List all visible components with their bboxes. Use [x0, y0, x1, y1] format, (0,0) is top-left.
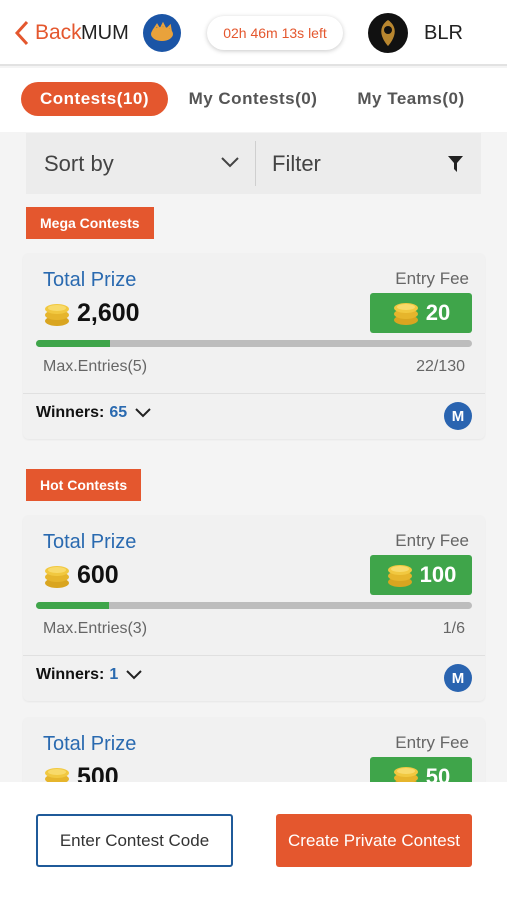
match-timer: 02h 46m 13s left — [207, 16, 343, 50]
entry-fee-label: Entry Fee — [395, 269, 469, 288]
prize-value: 2,600 — [77, 299, 140, 327]
prize-amount: 2,600 — [43, 299, 140, 328]
chevron-down-icon — [126, 670, 142, 680]
entries-count: 22/130 — [416, 358, 465, 375]
entry-fee-label: Entry Fee — [395, 733, 469, 752]
coin-icon — [45, 767, 69, 782]
team1-logo — [143, 14, 181, 52]
create-private-contest-button[interactable]: Create Private Contest — [276, 814, 472, 867]
tab-my-teams[interactable]: My Teams(0) — [347, 82, 475, 116]
entry-fee-value: 100 — [419, 562, 457, 587]
coin-icon — [45, 303, 69, 326]
entry-fee-button[interactable]: 20 — [370, 293, 472, 333]
progress-fill — [36, 602, 109, 609]
contest-card[interactable]: Total Prize Entry Fee 2,600 20 Max.Entri… — [23, 253, 485, 439]
contest-card[interactable]: Total Prize Entry Fee 500 50 — [23, 717, 485, 782]
winners-count: 1 — [109, 666, 119, 683]
winners-toggle[interactable]: Winners: 65 — [36, 404, 151, 422]
team2-logo-icon — [381, 20, 395, 46]
entries-count: 1/6 — [442, 620, 465, 637]
divider — [23, 393, 485, 394]
coin-icon — [387, 565, 412, 587]
entry-fee-button[interactable]: 50 — [370, 757, 472, 782]
coin-icon — [393, 767, 418, 782]
footer-actions: Enter Contest Code Create Private Contes… — [0, 782, 507, 900]
winners-toggle[interactable]: Winners: 1 — [36, 666, 142, 684]
tab-contests[interactable]: Contests(10) — [21, 82, 168, 116]
team2-name: BLR — [424, 22, 463, 44]
total-prize-label: Total Prize — [43, 269, 137, 291]
sort-dropdown[interactable]: Sort by — [26, 133, 254, 194]
entry-fee-label: Entry Fee — [395, 531, 469, 550]
coin-icon — [45, 565, 69, 588]
chevron-down-icon — [221, 157, 239, 168]
winners-label: Winners: — [36, 404, 105, 421]
progress-fill — [36, 340, 111, 347]
filter-icon — [448, 156, 463, 172]
entries-progress-bar — [36, 602, 472, 609]
entry-fee-button[interactable]: 100 — [370, 555, 472, 595]
entry-fee-value: 20 — [425, 300, 451, 325]
winners-label: Winners: — [36, 666, 105, 683]
chevron-left-icon — [14, 20, 29, 46]
back-button[interactable]: Back — [12, 18, 82, 48]
max-entries: Max.Entries(5) — [43, 358, 148, 375]
entries-progress-bar — [36, 340, 472, 347]
prize-value: 600 — [77, 561, 119, 589]
max-entries: Max.Entries(3) — [43, 620, 148, 637]
multi-entry-badge: M — [444, 402, 472, 430]
match-header: Back MUM 02h 46m 13s left BLR — [0, 0, 507, 66]
contest-tabs: Contests(10) My Contests(0) My Teams(0) — [0, 68, 507, 132]
tab-my-contests[interactable]: My Contests(0) — [181, 82, 325, 116]
section-title-mega: Mega Contests — [26, 207, 154, 239]
divider — [23, 655, 485, 656]
filter-button[interactable]: Filter — [256, 133, 481, 194]
sort-label: Sort by — [44, 150, 114, 176]
section-title-hot: Hot Contests — [26, 469, 142, 501]
contest-list[interactable]: Mega Contests Total Prize Entry Fee 2,60… — [0, 194, 507, 782]
total-prize-label: Total Prize — [43, 733, 137, 755]
app: Back MUM 02h 46m 13s left BLR Contests(1… — [0, 0, 507, 900]
team1-logo-icon — [151, 21, 173, 41]
multi-entry-badge: M — [444, 664, 472, 692]
prize-value: 500 — [77, 763, 119, 782]
filter-label: Filter — [272, 150, 321, 176]
prize-amount: 600 — [43, 561, 119, 590]
back-label: Back — [35, 21, 82, 44]
chevron-down-icon — [135, 408, 151, 418]
prize-amount: 500 — [43, 763, 119, 782]
winners-count: 65 — [109, 404, 128, 421]
contest-card[interactable]: Total Prize Entry Fee 600 100 Max.Entrie… — [23, 515, 485, 701]
team2-logo — [368, 13, 408, 53]
coin-icon — [393, 303, 418, 325]
enter-contest-code-button[interactable]: Enter Contest Code — [36, 814, 233, 867]
total-prize-label: Total Prize — [43, 531, 137, 553]
sort-filter-bar: Sort by Filter — [26, 133, 481, 194]
team1-name: MUM — [81, 22, 129, 44]
entry-fee-value: 50 — [425, 764, 451, 782]
